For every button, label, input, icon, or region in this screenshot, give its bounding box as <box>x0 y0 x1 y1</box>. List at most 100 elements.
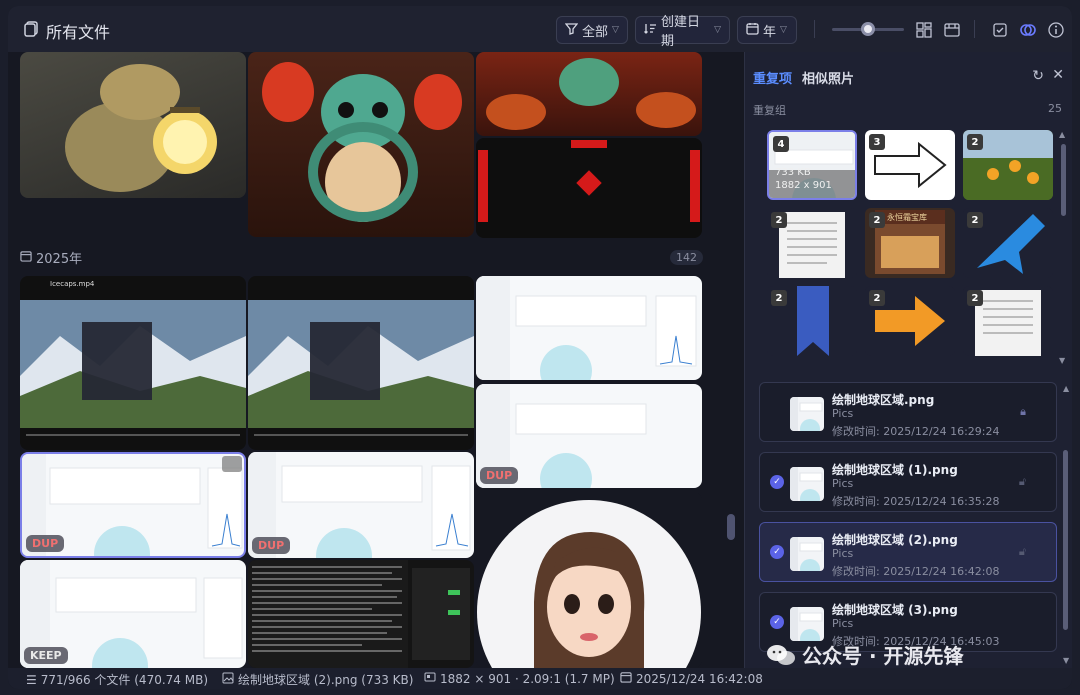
files-icon <box>24 21 40 41</box>
page-title: 所有文件 <box>24 19 110 43</box>
group-count-badge: 2 <box>967 134 983 150</box>
group-count-badge: 2 <box>771 212 787 228</box>
zoom-slider[interactable] <box>832 22 904 36</box>
unlock-icon[interactable]: 🔓︎ <box>1019 545 1026 559</box>
file-category: Pics <box>832 547 854 560</box>
file-checkbox[interactable]: ✓ <box>770 545 784 559</box>
gallery-tile-dashboard-2[interactable]: DUP <box>476 384 702 488</box>
duplicate-group[interactable]: 2 <box>963 208 1053 278</box>
gallery-tile-dragon-lantern[interactable] <box>20 52 246 198</box>
duplicate-group[interactable]: 3 <box>865 130 955 200</box>
top-toolbar: 所有文件 全部 ▽ 创建日期 ▽ 年 ▽ <box>8 6 1072 52</box>
gallery-tile-dashboard-5[interactable]: KEEP <box>20 560 246 668</box>
gallery-scrollbar[interactable] <box>727 514 735 540</box>
sort-button[interactable]: 创建日期 ▽ <box>635 15 730 49</box>
filter-label: 全部 <box>582 24 609 40</box>
file-category: Pics <box>832 407 854 420</box>
year-group-header[interactable]: 2025年 <box>20 248 82 267</box>
file-checkbox[interactable]: ✓ <box>770 615 784 629</box>
file-item[interactable]: ✓ 绘制地球区域 (1).png Pics 修改时间: 2025/12/24 1… <box>759 452 1057 512</box>
duplicates-icon[interactable] <box>1018 20 1038 40</box>
group-count: 25 <box>1048 102 1062 115</box>
duplicate-group[interactable]: 2 <box>963 130 1053 200</box>
groups-scrollbar[interactable] <box>1061 144 1066 216</box>
year-label: 2025年 <box>36 252 83 267</box>
group-section-label: 重复组 <box>753 104 786 117</box>
group-count-badge: 2 <box>771 290 787 306</box>
duplicate-group[interactable]: 2 <box>963 286 1053 356</box>
file-modified: 修改时间: 2025/12/24 16:35:28 <box>832 495 1000 508</box>
gallery-tile-avatar[interactable] <box>476 492 702 668</box>
duplicates-panel: 重复项 相似照片 ↻ ✕ 重复组 25 4 733 KB 1882 x 901 … <box>744 52 1072 668</box>
list-scroll-up-icon[interactable]: ▲ <box>1063 384 1069 393</box>
unlock-icon[interactable]: 🔓︎ <box>1019 475 1026 489</box>
film-view-icon[interactable] <box>942 20 962 40</box>
gallery-tile-video-1[interactable]: Icecaps.mp4 <box>20 276 246 450</box>
gallery-tile-dashboard-1[interactable] <box>476 276 702 380</box>
grid-view-icon[interactable] <box>914 20 934 40</box>
info-icon[interactable] <box>1046 20 1066 40</box>
gallery-tile-video-2[interactable] <box>248 276 474 450</box>
list-scroll-down-icon[interactable]: ▼ <box>1063 656 1069 665</box>
duplicate-group[interactable]: 2 <box>767 208 857 278</box>
gallery-tile-dragon-festival[interactable] <box>476 52 702 136</box>
file-item-selected[interactable]: ✓ 绘制地球区域 (2).png Pics 修改时间: 2025/12/24 1… <box>759 522 1057 582</box>
image-icon <box>222 672 234 687</box>
page-title-text: 所有文件 <box>46 23 111 42</box>
file-item[interactable]: 绘制地球区域.png Pics 修改时间: 2025/12/24 16:29:2… <box>759 382 1057 442</box>
duplicate-group[interactable]: 2 <box>767 286 857 356</box>
status-date: 2025/12/24 16:42:08 <box>620 671 763 686</box>
filter-icon <box>564 22 579 39</box>
dimensions-icon <box>424 671 436 686</box>
calendar-icon <box>746 22 759 39</box>
dup-badge: DUP <box>252 537 291 554</box>
group-button[interactable]: 年 ▽ <box>737 16 797 44</box>
refresh-icon[interactable]: ↻ <box>1032 68 1044 84</box>
duplicate-groups-grid: 4 733 KB 1882 x 901 3 2 2 永恒霜宝库 2 2 2 2 … <box>759 130 1059 370</box>
zoom-slider-knob[interactable] <box>861 22 875 36</box>
tab-similar-photos[interactable]: 相似照片 <box>802 68 854 87</box>
group-count-badge: 3 <box>869 134 885 150</box>
shop-sign: 永恒霜宝库 <box>887 213 927 222</box>
file-modified: 修改时间: 2025/12/24 16:29:24 <box>832 425 1000 438</box>
status-file-count: ☰ 771/966 个文件 (470.74 MB) <box>26 671 208 688</box>
lock-icon[interactable]: 🔒︎ <box>1020 405 1026 419</box>
group-count-badge: 2 <box>967 290 983 306</box>
scroll-down-icon[interactable]: ▼ <box>1059 356 1065 365</box>
files-scrollbar[interactable] <box>1063 450 1068 630</box>
file-checkbox[interactable]: ✓ <box>770 475 784 489</box>
status-date-text: 2025/12/24 16:42:08 <box>636 671 763 686</box>
gallery-tile-dragon-red[interactable] <box>248 52 474 237</box>
file-thumbnail <box>790 607 824 641</box>
group-size: 733 KB <box>775 167 811 178</box>
close-icon[interactable]: ✕ <box>1052 67 1064 83</box>
scroll-up-icon[interactable]: ▲ <box>1059 130 1065 139</box>
file-category: Pics <box>832 617 854 630</box>
file-modified: 修改时间: 2025/12/24 16:42:08 <box>832 565 1000 578</box>
status-dims-text: 1882 × 901 · 2.09:1 (1.7 MP) <box>440 671 615 686</box>
tab-duplicates[interactable]: 重复项 <box>753 68 792 87</box>
duplicate-group[interactable]: 4 733 KB 1882 x 901 <box>767 130 857 200</box>
group-info: 733 KB 1882 x 901 <box>775 166 832 192</box>
sort-label: 创建日期 <box>661 15 701 49</box>
calendar-icon <box>20 250 32 266</box>
watermark: 公众号 · 开源先锋 <box>766 640 964 669</box>
gallery-tile-terminal[interactable] <box>248 560 474 668</box>
gallery-tile-dashboard-3[interactable]: DUP <box>20 452 246 558</box>
panel-tabs: 重复项 相似照片 <box>753 68 854 87</box>
duplicate-group[interactable]: 2 <box>865 286 955 356</box>
gallery-tile-couplets[interactable] <box>476 138 702 238</box>
select-check-icon[interactable] <box>990 20 1010 40</box>
keep-badge: KEEP <box>24 647 68 664</box>
duplicate-group[interactable]: 永恒霜宝库 2 <box>865 208 955 278</box>
gallery-tile-dashboard-4[interactable]: DUP <box>248 452 474 558</box>
file-name: 绘制地球区域 (3).png <box>832 603 958 617</box>
chevron-down-icon: ▽ <box>714 25 721 35</box>
divider <box>814 20 815 38</box>
filter-button[interactable]: 全部 ▽ <box>556 16 628 44</box>
dup-badge: DUP <box>480 467 519 484</box>
group-count-badge: 2 <box>967 212 983 228</box>
dup-badge: DUP <box>26 535 65 552</box>
group-label: 年 <box>763 24 777 40</box>
watermark-text: 公众号 · 开源先锋 <box>802 644 964 668</box>
